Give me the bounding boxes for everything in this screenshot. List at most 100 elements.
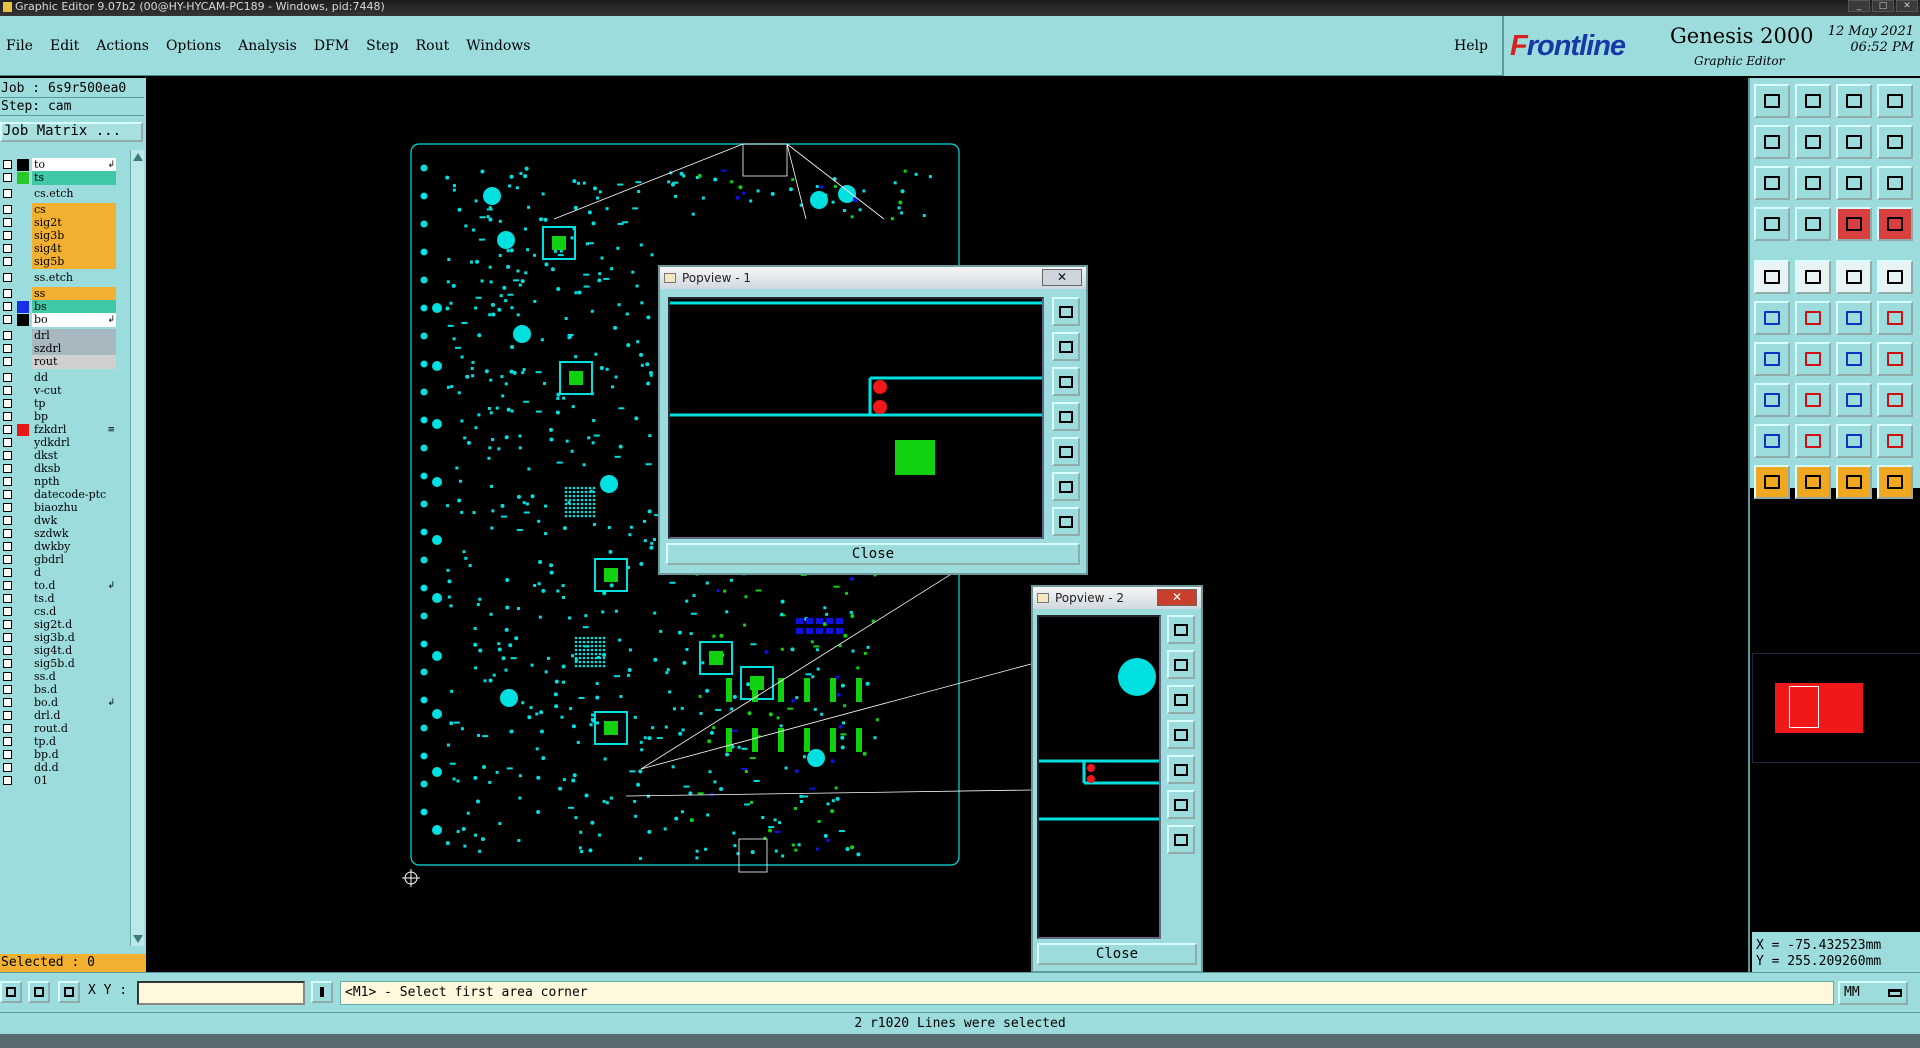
maximize-button[interactable]: □	[1872, 0, 1894, 12]
minimap-viewport[interactable]	[1789, 686, 1819, 728]
layer-row-bo.d[interactable]: bo.d ↲	[0, 696, 118, 710]
pv-center-button[interactable]	[1167, 790, 1195, 819]
popview-1[interactable]: Popview - 1 ✕ Close	[658, 265, 1088, 575]
layer-row-szdrl[interactable]: szdrl	[0, 342, 118, 356]
layer-row-dd.d[interactable]: dd.d	[0, 761, 118, 775]
layer-checkbox[interactable]	[3, 412, 12, 421]
fill-tool-icon[interactable]	[1877, 260, 1913, 294]
layer-name[interactable]: npth	[32, 475, 116, 489]
layer-color-swatch[interactable]	[17, 515, 29, 527]
layer-row-tp.d[interactable]: tp.d	[0, 735, 118, 749]
popview-2-x-button[interactable]: ✕	[1157, 589, 1197, 606]
layer-name[interactable]: tp.d	[32, 735, 116, 749]
layer-name[interactable]: 01	[32, 774, 116, 788]
layer-checkbox[interactable]	[3, 244, 12, 253]
layer-checkbox[interactable]	[3, 529, 12, 538]
layer-checkbox[interactable]	[3, 581, 12, 590]
layer-checkbox[interactable]	[3, 737, 12, 746]
layer-name[interactable]: dwkby	[32, 540, 116, 554]
pv-zoom-in-button[interactable]	[1167, 650, 1195, 679]
layer-checkbox[interactable]	[3, 685, 12, 694]
layer-color-swatch[interactable]	[17, 580, 29, 592]
open-tool-icon[interactable]	[1836, 84, 1872, 118]
layer-color-swatch[interactable]	[17, 450, 29, 462]
grid-red-tool-icon[interactable]	[1836, 207, 1872, 241]
menu-help[interactable]: Help	[1454, 38, 1488, 54]
snap-mode-icon[interactable]	[0, 981, 22, 1003]
pv-expand-button[interactable]	[1167, 825, 1195, 854]
layer-checkbox[interactable]	[3, 425, 12, 434]
layer-color-swatch[interactable]	[17, 749, 29, 761]
layer-color-swatch[interactable]	[17, 256, 29, 268]
layer-name[interactable]: szdrl	[32, 342, 116, 356]
layer-checkbox[interactable]	[3, 633, 12, 642]
layer-name[interactable]: rout	[32, 355, 116, 369]
layer-name[interactable]: szdwk	[32, 527, 116, 541]
layer-checkbox[interactable]	[3, 231, 12, 240]
menu-options[interactable]: Options	[166, 38, 221, 54]
layer-name[interactable]: dd.d	[32, 761, 116, 775]
layer-scrollbar[interactable]	[130, 150, 144, 946]
layer-row-to.d[interactable]: to.d ↲	[0, 579, 118, 593]
layer-name[interactable]: gbdrl	[32, 553, 116, 567]
layer-checkbox[interactable]	[3, 357, 12, 366]
layer-checkbox[interactable]	[3, 659, 12, 668]
layer-color-swatch[interactable]	[17, 385, 29, 397]
layer-row-d[interactable]: d	[0, 566, 118, 580]
layer-row-dksb[interactable]: dksb	[0, 462, 118, 476]
layer-checkbox[interactable]	[3, 160, 12, 169]
snap-tool-icon[interactable]	[1795, 260, 1831, 294]
layer-row-dwkby[interactable]: dwkby	[0, 540, 118, 554]
layer-row-dkst[interactable]: dkst	[0, 449, 118, 463]
layer-color-swatch[interactable]	[17, 172, 29, 184]
layer-color-swatch[interactable]	[17, 272, 29, 284]
layer-color-swatch[interactable]	[17, 567, 29, 579]
layer-row-npth[interactable]: npth	[0, 475, 118, 489]
layer-color-swatch[interactable]	[17, 217, 29, 229]
popview-1-view[interactable]	[668, 297, 1044, 539]
layer-checkbox[interactable]	[3, 490, 12, 499]
menu-step[interactable]: Step	[366, 38, 398, 54]
menu-actions[interactable]: Actions	[96, 38, 149, 54]
layer-checkbox[interactable]	[3, 173, 12, 182]
layer-row-tp[interactable]: tp	[0, 397, 118, 411]
layer-name[interactable]: ts.d	[32, 592, 116, 606]
layer-checkbox[interactable]	[3, 711, 12, 720]
layer-name[interactable]: sig5b.d	[32, 657, 116, 671]
layer-name[interactable]: bp	[32, 410, 116, 424]
pad-tool-icon[interactable]	[1754, 260, 1790, 294]
tri3-tool-icon[interactable]	[1836, 424, 1872, 458]
pv-center-button[interactable]	[1052, 472, 1080, 501]
layer-row-datecode-ptc[interactable]: datecode-ptc	[0, 488, 118, 502]
layer-color-swatch[interactable]	[17, 554, 29, 566]
layer-row-ss.etch[interactable]: ss.etch	[0, 271, 118, 285]
layer-color-swatch[interactable]	[17, 684, 29, 696]
layer-checkbox[interactable]	[3, 218, 12, 227]
layer-row-ts.d[interactable]: ts.d	[0, 592, 118, 606]
layer-color-swatch[interactable]	[17, 736, 29, 748]
layer-color-swatch[interactable]	[17, 775, 29, 787]
layer-checkbox[interactable]	[3, 503, 12, 512]
layer-checkbox[interactable]	[3, 594, 12, 603]
layer-checkbox[interactable]	[3, 477, 12, 486]
layer-color-swatch[interactable]	[17, 502, 29, 514]
pin-tool-icon[interactable]	[1795, 207, 1831, 241]
layer-checkbox[interactable]	[3, 399, 12, 408]
cursor2-tool-icon[interactable]	[1795, 465, 1831, 499]
layer-checkbox[interactable]	[3, 516, 12, 525]
layer-checkbox[interactable]	[3, 555, 12, 564]
layer-checkbox[interactable]	[3, 776, 12, 785]
save-tool-icon[interactable]	[1795, 84, 1831, 118]
layer-color-swatch[interactable]	[17, 528, 29, 540]
layer-color-swatch[interactable]	[17, 671, 29, 683]
menu-analysis[interactable]: Analysis	[238, 38, 297, 54]
layer-checkbox[interactable]	[3, 386, 12, 395]
layer-checkbox[interactable]	[3, 373, 12, 382]
draw-tool-icon[interactable]	[1795, 342, 1831, 376]
query-tool-icon[interactable]	[1877, 166, 1913, 200]
layer-checkbox[interactable]	[3, 724, 12, 733]
layer-color-swatch[interactable]	[17, 437, 29, 449]
move-tool-icon[interactable]	[1836, 301, 1872, 335]
layer-name[interactable]: rout.d	[32, 722, 116, 736]
close-window-button[interactable]: ✕	[1896, 0, 1918, 12]
